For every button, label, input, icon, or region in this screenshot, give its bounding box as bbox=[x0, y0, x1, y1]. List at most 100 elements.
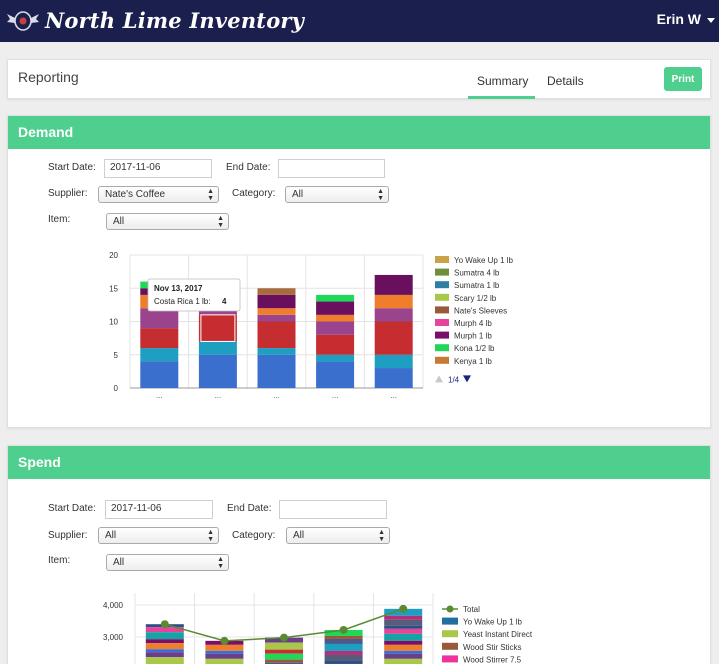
pager-down-icon[interactable] bbox=[463, 375, 471, 383]
legend-swatch bbox=[435, 293, 449, 301]
bar-segment bbox=[384, 650, 423, 654]
bar-segment bbox=[205, 653, 244, 659]
legend-label: Sumatra 4 lb bbox=[454, 269, 500, 278]
brand-logo-icon[interactable] bbox=[6, 6, 40, 36]
bar-segment bbox=[265, 649, 303, 654]
x-tick-label: ... bbox=[156, 391, 163, 400]
bar-segment bbox=[374, 274, 413, 295]
bar-segment bbox=[384, 640, 423, 645]
demand-card: Demand Start Date: 2017-11-06 End Date: … bbox=[7, 115, 711, 428]
bar-segment bbox=[384, 625, 423, 629]
legend-swatch bbox=[442, 655, 458, 663]
legend-label: Murph 1 lb bbox=[454, 332, 492, 341]
legend-swatch bbox=[442, 617, 458, 625]
legend-swatch bbox=[435, 319, 449, 326]
y-tick-label: 5 bbox=[114, 351, 119, 360]
bar-segment bbox=[257, 288, 296, 295]
bar-segment bbox=[145, 652, 184, 658]
total-point bbox=[160, 620, 169, 629]
bar-segment bbox=[198, 314, 237, 342]
bar-segment bbox=[257, 354, 296, 388]
legend-marker bbox=[446, 605, 454, 613]
bar-segment bbox=[316, 301, 355, 315]
tooltip-title: Nov 13, 2017 bbox=[154, 284, 203, 293]
legend-label: Wood Stirrer 7.5 bbox=[463, 655, 522, 664]
y-tick-label: 15 bbox=[109, 284, 118, 293]
bar-segment bbox=[384, 619, 423, 626]
bar-segment bbox=[140, 328, 179, 349]
user-name: Erin W bbox=[656, 11, 701, 27]
legend-swatch bbox=[435, 356, 449, 364]
bar-segment bbox=[198, 341, 237, 355]
bar-segment bbox=[374, 354, 413, 369]
bar-segment bbox=[374, 368, 413, 388]
bar-segment bbox=[145, 639, 184, 644]
legend-swatch bbox=[442, 630, 458, 638]
y-tick-label: 0 bbox=[114, 384, 119, 393]
demand-chart: 0 5 10 15 20............ ... Nov 13, 2017 Costa… bbox=[109, 251, 513, 400]
bar-segment bbox=[316, 361, 355, 388]
bar-segment bbox=[384, 644, 423, 651]
bar-segment bbox=[145, 632, 184, 640]
bar-segment bbox=[316, 321, 355, 335]
y-tick-label: 10 bbox=[109, 318, 118, 327]
print-button[interactable]: Print bbox=[664, 67, 702, 91]
y-tick-label: 4,000 bbox=[103, 601, 124, 610]
tab-details[interactable]: Details bbox=[547, 74, 584, 88]
bar-segment bbox=[205, 650, 244, 654]
legend-swatch bbox=[435, 331, 449, 339]
bar-segment bbox=[257, 348, 296, 355]
legend-page-indicator: 1/4 bbox=[448, 375, 460, 384]
tab-summary[interactable]: Summary bbox=[477, 74, 528, 88]
legend-label: Nate's Sleeves bbox=[454, 306, 507, 315]
tooltip-value: 4 bbox=[222, 297, 227, 306]
bar-segment bbox=[265, 659, 303, 663]
bar-segment bbox=[324, 650, 363, 655]
tooltip-series: Costa Rica 1 lb: bbox=[154, 297, 210, 306]
bar-segment bbox=[324, 643, 363, 651]
brand-name[interactable]: North Lime Inventory bbox=[45, 8, 304, 33]
y-tick-label: 20 bbox=[109, 251, 118, 260]
y-tick-label: 3,000 bbox=[103, 633, 124, 642]
legend-label: Kona 1/2 lb bbox=[454, 344, 495, 353]
pager-up-icon bbox=[435, 375, 443, 383]
bar-segment bbox=[205, 658, 244, 664]
reporting-header: Reporting Summary Details Print bbox=[7, 59, 711, 99]
spend-card: Spend Start Date: 2017-11-06 End Date: S… bbox=[7, 445, 711, 664]
bar-segment bbox=[316, 314, 355, 322]
bar-segment bbox=[140, 348, 179, 362]
spend-chart: 4,000 3,000 Total Yo Wake Up 1 lb Yeast Inst… bbox=[103, 593, 533, 664]
bar-segment bbox=[374, 321, 413, 355]
legend-label: Scary 1/2 lb bbox=[454, 294, 497, 303]
legend-swatch bbox=[435, 306, 449, 314]
bar-segment bbox=[205, 644, 244, 651]
bar-segment bbox=[324, 654, 363, 661]
bar-segment bbox=[384, 633, 423, 641]
legend-label: Murph 4 lb bbox=[454, 319, 492, 328]
bar-segment bbox=[324, 635, 363, 639]
bar-segment bbox=[374, 308, 413, 322]
total-point bbox=[220, 636, 229, 645]
bar-segment bbox=[316, 354, 355, 362]
user-menu[interactable]: Erin W bbox=[657, 11, 715, 27]
legend-swatch bbox=[442, 642, 458, 650]
bar-segment bbox=[265, 653, 303, 660]
legend-label: Total bbox=[463, 605, 480, 614]
bar-segment bbox=[257, 321, 296, 349]
bar-segment bbox=[374, 294, 413, 309]
bar-segment bbox=[384, 615, 423, 620]
total-point bbox=[399, 604, 408, 613]
legend-swatch bbox=[435, 281, 449, 289]
x-tick-label: ... bbox=[215, 391, 222, 400]
x-tick-label: ... bbox=[273, 391, 280, 400]
page-title: Reporting bbox=[18, 69, 79, 85]
total-point bbox=[280, 633, 288, 642]
bar-segment bbox=[257, 314, 296, 322]
bar-segment bbox=[384, 628, 423, 634]
total-point bbox=[339, 625, 348, 634]
chevron-down-icon bbox=[707, 17, 715, 23]
x-tick-label: ... bbox=[332, 391, 339, 400]
bar-segment bbox=[257, 294, 296, 309]
bar-segment bbox=[265, 642, 303, 650]
bar-segment bbox=[316, 334, 355, 355]
